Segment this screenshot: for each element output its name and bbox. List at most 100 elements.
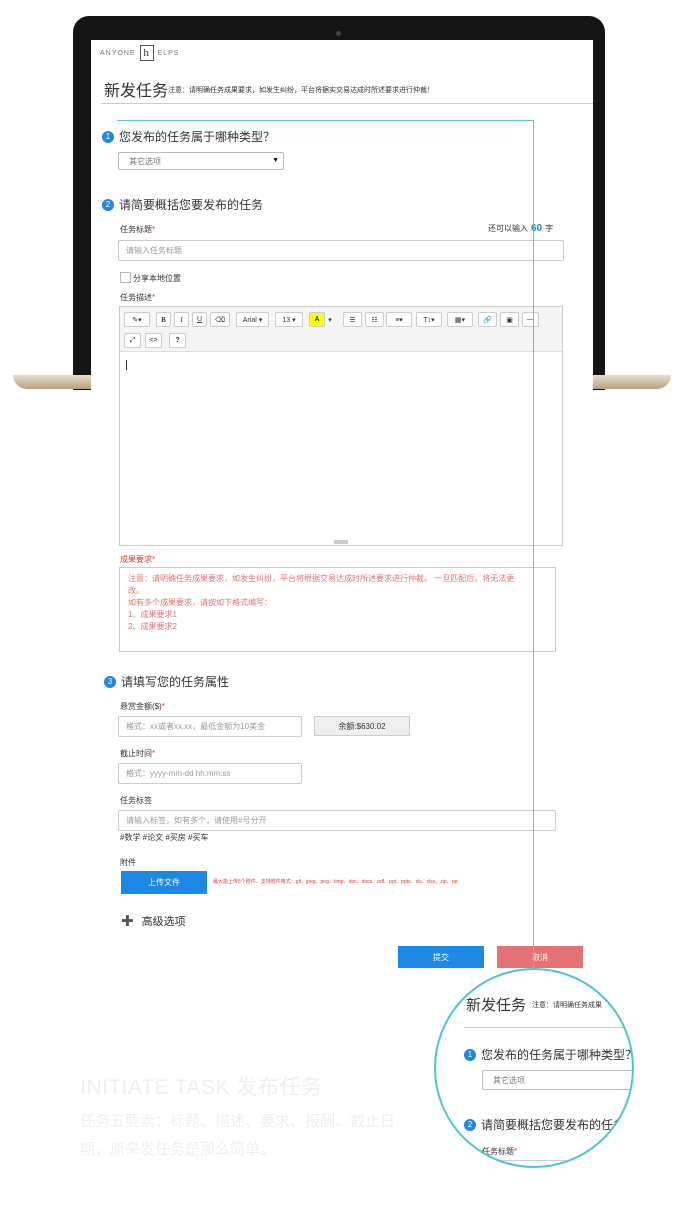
magnifier-divider: [464, 1027, 632, 1028]
task-tags-placeholder: 请输入标签，如有多个，请使用#号分开: [126, 816, 267, 825]
plus-icon: ✚: [121, 913, 134, 930]
camera-icon: [336, 31, 341, 36]
cancel-button[interactable]: 取消: [497, 946, 583, 968]
magnifier-title-field: [482, 1160, 632, 1161]
char-counter: 还可以输入 60 字: [488, 223, 553, 234]
page-title: 新发任务: [104, 83, 169, 100]
brand-logo[interactable]: ANYONE h ELPS: [100, 44, 179, 62]
upload-hint: 最大能上传5个附件，支持附件格式：gif、jpeg、png、bmp、doc、do…: [213, 879, 458, 885]
promo-title: INITIATE TASK 发布任务: [80, 1076, 323, 1099]
share-location-checkbox[interactable]: [120, 272, 131, 283]
title-divider: [101, 103, 593, 104]
share-location-label: 分享本地位置: [133, 274, 181, 283]
reward-amount-input[interactable]: 格式：xx或者xx.xx，最低金额为10美金: [118, 716, 302, 737]
highlight-guide-horizontal: [117, 120, 534, 121]
chevron-down-icon[interactable]: ▾: [325, 312, 335, 327]
step-3-heading: 3 请填写您的任务属性: [104, 673, 229, 690]
attachment-label: 附件: [120, 858, 136, 867]
help-icon[interactable]: ?: [169, 333, 186, 348]
task-tags-input[interactable]: 请输入标签，如有多个，请使用#号分开: [118, 810, 556, 831]
magnifier-step-2: 2 请简要概括您要发布的任务: [464, 1116, 625, 1133]
tag-examples: #数学 #论文 #买房 #买车: [120, 833, 209, 842]
result-label-text: 成果要求: [120, 555, 152, 564]
bold-button[interactable]: B: [156, 312, 171, 327]
task-desc-label: 任务描述*: [120, 292, 155, 303]
page-notice: 注意：请明确任务成果要求，如发生纠纷，平台将据实交易达成时所述要求进行仲裁！: [168, 87, 434, 94]
logo-icon: h: [139, 45, 154, 61]
step-number-badge: 1: [102, 130, 114, 143]
reward-label: 悬赏金额($)*: [120, 701, 165, 712]
text-caret: [126, 360, 127, 370]
advanced-options-label: 高级选项: [141, 916, 186, 928]
step-1-heading: 1 您发布的任务属于哪种类型？: [102, 128, 275, 145]
magnifier-select-value: 其它选项: [493, 1075, 525, 1085]
rich-text-editor[interactable]: ✎▾ B I U ⌫ Arial ▾ 13 ▾ A ▾ ☰ ☷ ≡▾ T↕▾ ▦…: [119, 306, 563, 546]
result-line: 1、成果要求1: [128, 610, 177, 619]
task-type-value: 其它选项: [129, 156, 161, 166]
task-title-label-text: 任务标题: [120, 225, 152, 234]
step-1-title: 您发布的任务属于哪种类型？: [119, 130, 276, 144]
result-line: 改。: [128, 586, 144, 595]
magnifier-title: 新发任务: [466, 997, 527, 1014]
fullscreen-icon[interactable]: ⤢: [124, 333, 141, 348]
deadline-label: 截止时间*: [120, 748, 155, 759]
picture-icon[interactable]: ▣: [500, 312, 519, 327]
advanced-options-toggle[interactable]: ✚ 高级选项: [121, 912, 186, 930]
step-number-badge: 3: [104, 675, 116, 688]
task-desc-label-text: 任务描述: [120, 293, 152, 302]
brand-right-text: ELPS: [157, 49, 180, 57]
deadline-placeholder: 格式：yyyy-mm-dd hh:mm:ss: [126, 769, 231, 778]
step-3-title: 请填写您的任务属性: [121, 675, 230, 689]
counter-prefix: 还可以输入: [488, 224, 528, 233]
task-title-placeholder: 请输入任务标题: [126, 246, 182, 255]
chevron-down-icon: ▼: [272, 157, 279, 164]
magnifier-step-1: 1 您发布的任务属于哪种类型？: [464, 1046, 632, 1063]
magnifier-content: 新发任务 注意：请明确任务成果 1 您发布的任务属于哪种类型？ 其它选项 2 请…: [436, 970, 632, 1166]
task-tags-label: 任务标签: [120, 796, 152, 805]
horizontal-rule-icon[interactable]: —: [522, 312, 539, 327]
reward-label-text: 悬赏金额($): [120, 702, 162, 711]
resize-handle[interactable]: [334, 540, 348, 544]
result-line: 如有多个成果要求，请按如下格式编写：: [128, 598, 272, 607]
unordered-list-icon[interactable]: ☰: [343, 312, 362, 327]
step-number-badge: 2: [102, 198, 114, 211]
style-button[interactable]: ✎▾: [124, 312, 150, 327]
brand-left-text: ANYONE: [100, 49, 136, 57]
task-title-input[interactable]: 请输入任务标题: [118, 240, 564, 261]
required-mark: *: [161, 702, 165, 711]
magnifier-task-title-label: 任务标题*: [482, 1146, 517, 1157]
deadline-input[interactable]: 格式：yyyy-mm-dd hh:mm:ss: [118, 763, 302, 784]
upload-file-button[interactable]: 上传文件: [121, 871, 207, 894]
highlight-guide-vertical: [533, 120, 534, 968]
editor-toolbar: ✎▾ B I U ⌫ Arial ▾ 13 ▾ A ▾ ☰ ☷ ≡▾ T↕▾ ▦…: [120, 307, 562, 352]
text-color-button[interactable]: A: [309, 312, 325, 327]
balance-badge: 余额:$630.02: [314, 716, 410, 736]
counter-unit: 字: [545, 224, 554, 233]
font-family-select[interactable]: Arial ▾: [236, 312, 269, 327]
task-type-select[interactable]: 其它选项 ▼: [118, 152, 284, 170]
font-size-select[interactable]: 13 ▾: [275, 312, 303, 327]
eraser-icon[interactable]: ⌫: [210, 312, 230, 327]
magnifier-label-text: 任务标题: [482, 1147, 514, 1156]
link-icon[interactable]: 🔗: [478, 312, 497, 327]
table-icon[interactable]: ▦▾: [447, 312, 473, 327]
magnifier-circle: 新发任务 注意：请明确任务成果 1 您发布的任务属于哪种类型？ 其它选项 2 请…: [434, 968, 634, 1168]
magnifier-note: 注意：请明确任务成果: [532, 1002, 602, 1009]
deadline-label-text: 截止时间: [120, 749, 152, 758]
task-title-label: 任务标题*: [120, 224, 155, 235]
result-line: 2、成果要求2: [128, 622, 177, 631]
step-number-badge: 1: [464, 1048, 476, 1061]
align-select[interactable]: ≡▾: [386, 312, 412, 327]
result-label: 成果要求*: [120, 554, 155, 565]
promo-text: 任务五要素：标题、描述、要求、报酬、截止日期，原来发任务是那么简单。: [80, 1113, 396, 1158]
required-mark: *: [152, 555, 156, 564]
line-height-select[interactable]: T↕▾: [416, 312, 442, 327]
magnifier-type-select: 其它选项: [482, 1070, 632, 1090]
submit-button[interactable]: 提交: [398, 946, 484, 968]
result-textarea[interactable]: 注意：请明确任务成果要求，如发生纠纷，平台将根据交易达成时所述要求进行仲裁。 一…: [119, 567, 556, 652]
required-mark: *: [152, 225, 156, 234]
italic-button[interactable]: I: [174, 312, 189, 327]
underline-button[interactable]: U: [192, 312, 207, 327]
ordered-list-icon[interactable]: ☷: [365, 312, 384, 327]
code-view-icon[interactable]: <>: [145, 333, 162, 348]
